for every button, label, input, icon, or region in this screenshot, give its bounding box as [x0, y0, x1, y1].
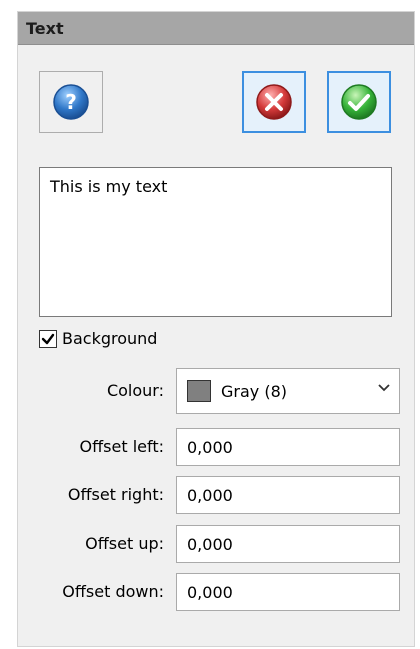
offset-left-input[interactable]: 0,000 — [176, 428, 400, 466]
colour-value: Gray (8) — [221, 381, 287, 401]
offset-down-input[interactable]: 0,000 — [176, 573, 400, 611]
offset-down-label: Offset down: — [62, 582, 164, 601]
colour-label: Colour: — [106, 381, 164, 400]
title-bar: Text — [18, 12, 414, 45]
offset-left-label: Offset left: — [79, 437, 164, 456]
offset-up-input[interactable]: 0,000 — [176, 525, 400, 563]
cancel-button[interactable] — [242, 71, 306, 133]
offset-up-label: Offset up: — [85, 534, 164, 553]
offset-right-label: Offset right: — [67, 485, 164, 504]
offset-right-value: 0,000 — [187, 485, 233, 505]
offset-left-value: 0,000 — [187, 437, 233, 457]
ok-button[interactable] — [327, 71, 391, 133]
colour-swatch — [187, 380, 211, 402]
offset-down-value: 0,000 — [187, 582, 233, 602]
checkmark-icon — [41, 333, 55, 344]
chevron-down-icon — [378, 384, 390, 392]
ok-icon — [341, 84, 377, 120]
help-button[interactable]: ? — [39, 71, 103, 133]
text-editor[interactable]: This is my text — [39, 167, 392, 317]
svg-text:?: ? — [65, 90, 77, 114]
text-dialog: Text ? This is my text Background Colour… — [17, 11, 415, 647]
colour-select[interactable]: Gray (8) — [176, 368, 400, 414]
offset-up-value: 0,000 — [187, 534, 233, 554]
help-icon: ? — [53, 84, 89, 120]
background-checkbox-label: Background — [62, 329, 158, 348]
offset-right-input[interactable]: 0,000 — [176, 476, 400, 514]
cancel-icon — [256, 84, 292, 120]
text-editor-value: This is my text — [50, 177, 168, 196]
background-checkbox-row[interactable]: Background — [39, 329, 157, 348]
background-checkbox[interactable] — [39, 329, 57, 348]
dialog-title: Text — [26, 19, 64, 38]
